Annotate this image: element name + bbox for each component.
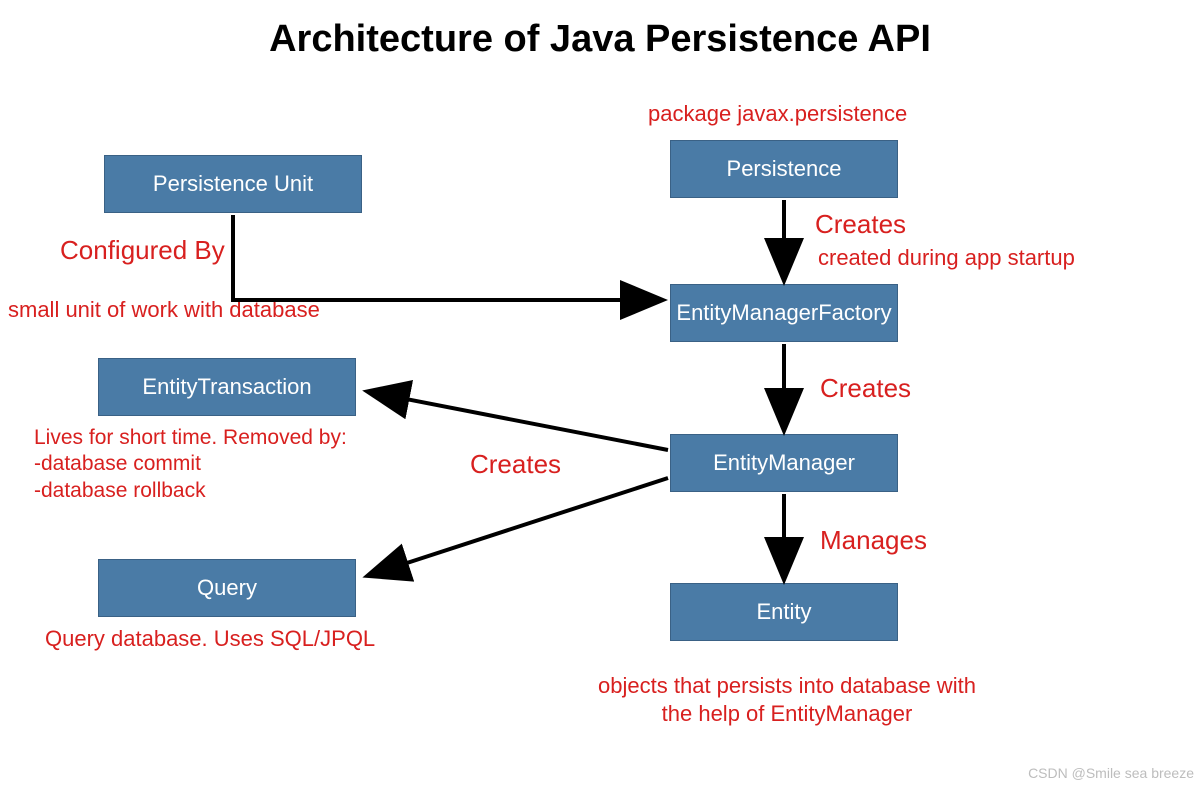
box-query: Query [98, 559, 356, 617]
label-created-during: created during app startup [818, 244, 1075, 272]
label-creates-mid: Creates [470, 448, 561, 481]
label-creates-1: Creates [815, 208, 906, 241]
label-package: package javax.persistence [648, 100, 907, 128]
label-small-unit: small unit of work with database [8, 296, 320, 324]
label-query-note: Query database. Uses SQL/JPQL [45, 625, 375, 653]
diagram-canvas: Architecture of Java Persistence API Per… [0, 0, 1200, 785]
box-entity-manager-factory: EntityManagerFactory [670, 284, 898, 342]
label-manages: Manages [820, 524, 927, 557]
diagram-title: Architecture of Java Persistence API [0, 18, 1200, 61]
box-persistence: Persistence [670, 140, 898, 198]
label-configured-by: Configured By [60, 234, 225, 267]
label-entity-note: objects that persists into database with… [572, 672, 1002, 727]
label-creates-2: Creates [820, 372, 911, 405]
watermark: CSDN @Smile sea breeze [1028, 765, 1194, 781]
box-entity: Entity [670, 583, 898, 641]
label-transaction-note: Lives for short time. Removed by: -datab… [34, 425, 347, 504]
box-entity-transaction: EntityTransaction [98, 358, 356, 416]
box-entity-manager: EntityManager [670, 434, 898, 492]
box-persistence-unit: Persistence Unit [104, 155, 362, 213]
